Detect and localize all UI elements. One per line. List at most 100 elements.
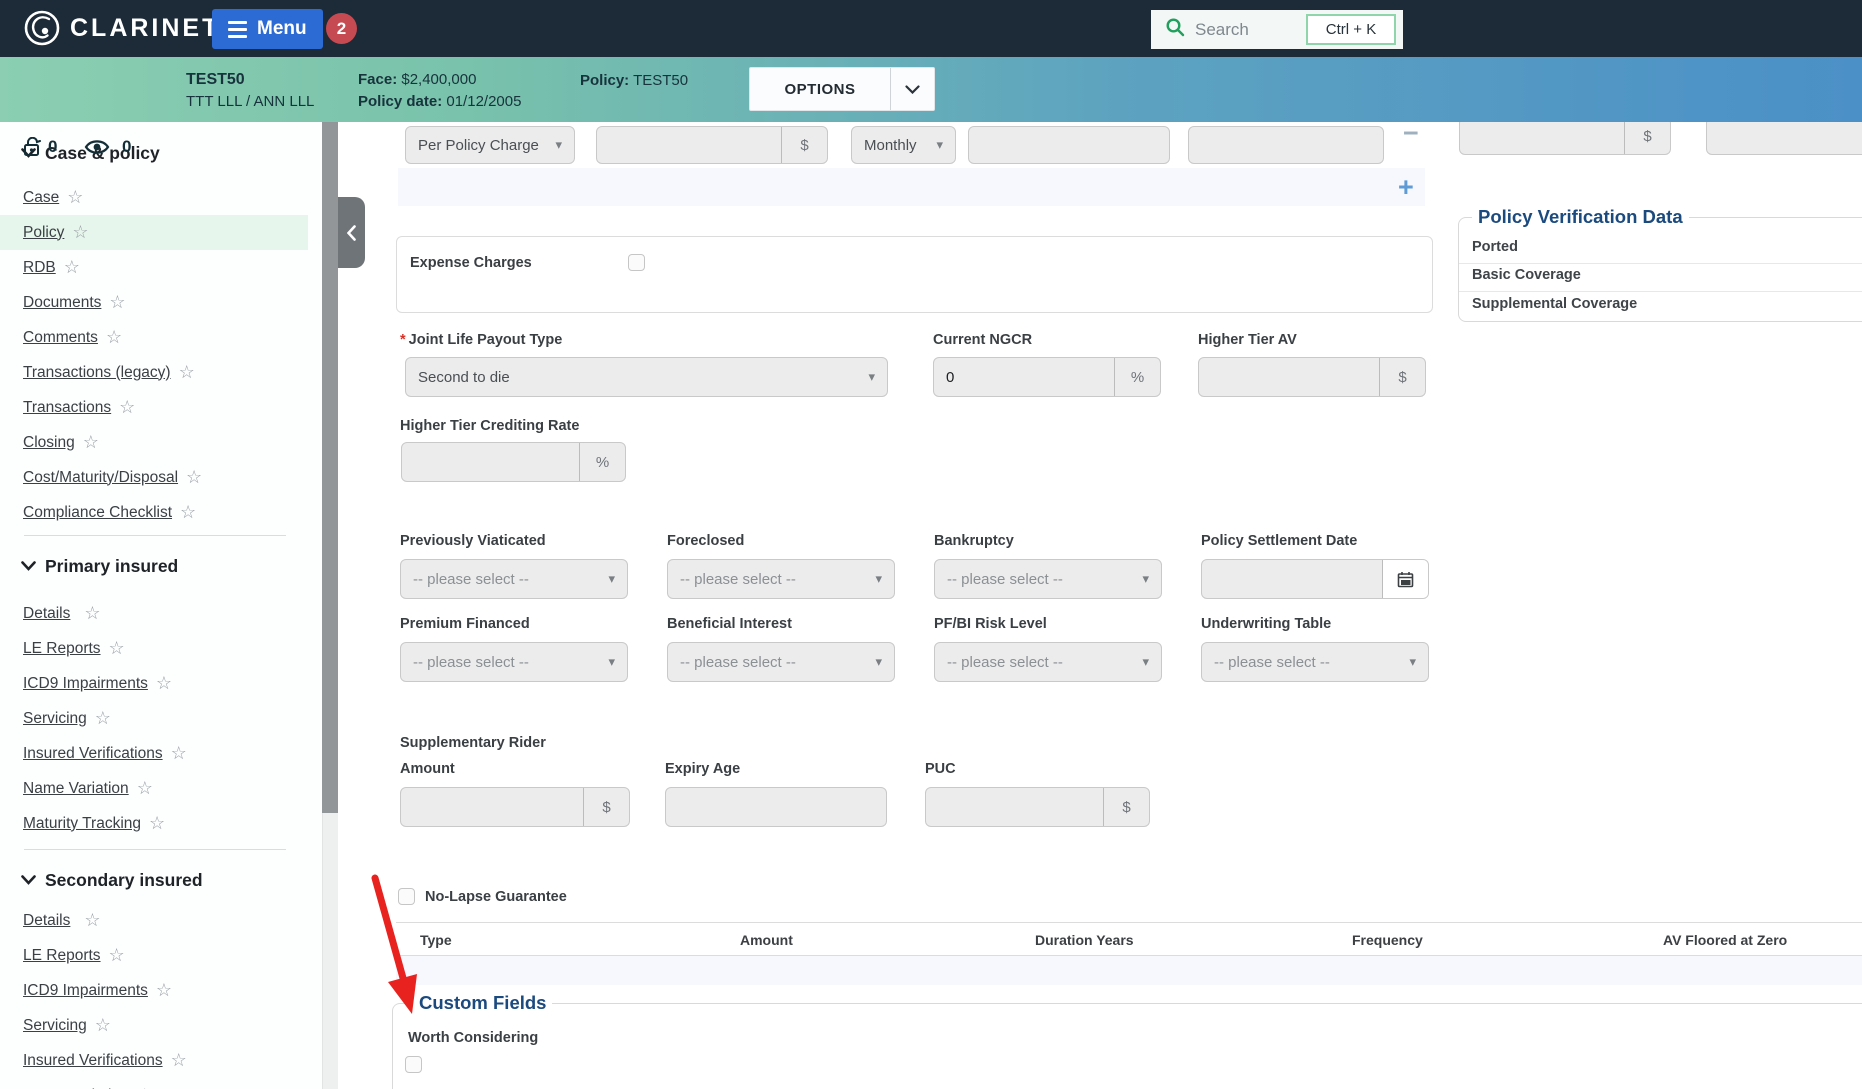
sidebar-item-secondary-servicing[interactable]: Servicing☆ xyxy=(0,1008,308,1043)
pfbi-risk-level-select[interactable]: -- please select --▾ xyxy=(934,642,1162,682)
sidebar-item-secondary-details[interactable]: Details☆ xyxy=(0,903,308,938)
rider-puc-input[interactable]: $ xyxy=(925,787,1150,827)
previously-viaticated-select[interactable]: -- please select --▾ xyxy=(400,559,628,599)
sidebar-section-primary-insured[interactable]: Primary insured xyxy=(0,546,322,586)
sidebar-item-secondary-icd9[interactable]: ICD9 Impairments☆ xyxy=(0,973,308,1008)
sidebar-item-primary-maturity-tracking[interactable]: Maturity Tracking☆ xyxy=(0,806,308,841)
star-icon[interactable]: ☆ xyxy=(149,813,165,834)
lock-count: 0 xyxy=(48,137,57,157)
menu-button[interactable]: Menu xyxy=(212,9,323,49)
sidebar-item-policy[interactable]: Policy☆ xyxy=(0,215,308,250)
rider-expiry-age-input[interactable] xyxy=(665,787,887,827)
underwriting-table-select[interactable]: -- please select --▾ xyxy=(1201,642,1429,682)
remove-row-button[interactable]: − xyxy=(1403,128,1419,138)
sidebar-item-rdb[interactable]: RDB☆ xyxy=(0,250,308,285)
percent-suffix: % xyxy=(1114,358,1160,396)
unlock-icon[interactable] xyxy=(22,137,44,162)
charge-end-input[interactable] xyxy=(1188,126,1384,164)
charge-start-input[interactable] xyxy=(968,126,1170,164)
rider-amount-input[interactable]: $ xyxy=(400,787,630,827)
eye-icon[interactable] xyxy=(84,138,110,161)
star-icon[interactable]: ☆ xyxy=(186,467,202,488)
charge-amount-input[interactable]: $ xyxy=(596,126,828,164)
star-icon[interactable]: ☆ xyxy=(67,187,83,208)
sidebar-item-cost-maturity-disposal[interactable]: Cost/Maturity/Disposal☆ xyxy=(0,460,308,495)
sidebar-item-compliance-checklist[interactable]: Compliance Checklist☆ xyxy=(0,495,308,530)
sidebar-item-primary-insured-verifications[interactable]: Insured Verifications☆ xyxy=(0,736,308,771)
policy-value: TEST50 xyxy=(633,72,688,89)
custom-fields-fieldset xyxy=(392,1003,1862,1089)
star-icon[interactable]: ☆ xyxy=(83,432,99,453)
premium-financed-select[interactable]: -- please select --▾ xyxy=(400,642,628,682)
no-lapse-guarantee-checkbox[interactable] xyxy=(398,888,415,905)
star-icon[interactable]: ☆ xyxy=(156,673,172,694)
charge-rows-footer xyxy=(398,168,1425,206)
dollar-suffix: $ xyxy=(1624,118,1670,154)
options-button[interactable]: OPTIONS xyxy=(749,67,935,111)
star-icon[interactable]: ☆ xyxy=(119,397,135,418)
dollar-suffix: $ xyxy=(1103,788,1149,826)
pfbi-risk-level-label: PF/BI Risk Level xyxy=(934,616,1047,632)
notification-badge[interactable]: 2 xyxy=(326,13,357,44)
expense-charges-label: Expense Charges xyxy=(410,255,532,271)
sidebar-item-primary-icd9[interactable]: ICD9 Impairments☆ xyxy=(0,666,308,701)
sidebar-item-closing[interactable]: Closing☆ xyxy=(0,425,308,460)
charge-type-select[interactable]: Per Policy Charge ▾ xyxy=(405,126,575,164)
star-icon[interactable]: ☆ xyxy=(137,1085,153,1089)
sidebar-item-secondary-le-reports[interactable]: LE Reports☆ xyxy=(0,938,308,973)
sidebar-item-case[interactable]: Case☆ xyxy=(0,180,308,215)
star-icon[interactable]: ☆ xyxy=(156,980,172,1001)
dollar-suffix: $ xyxy=(583,788,629,826)
chevron-down-icon: ▾ xyxy=(875,654,882,670)
sidebar-section-secondary-insured[interactable]: Secondary insured xyxy=(0,860,322,900)
add-row-button[interactable]: + xyxy=(1398,177,1414,197)
higher-tier-crediting-rate-input[interactable]: % xyxy=(401,442,626,482)
sidebar-item-primary-le-reports[interactable]: LE Reports☆ xyxy=(0,631,308,666)
current-ngcr-input[interactable]: 0 % xyxy=(933,357,1161,397)
right-edge-input[interactable] xyxy=(1706,117,1862,155)
search-input[interactable]: Search Ctrl + K xyxy=(1151,10,1403,49)
star-icon[interactable]: ☆ xyxy=(137,778,153,799)
higher-tier-av-input[interactable]: $ xyxy=(1198,357,1426,397)
sidebar-scrollbar-thumb[interactable] xyxy=(322,122,338,813)
sidebar-item-transactions[interactable]: Transactions☆ xyxy=(0,390,308,425)
chevron-down-icon[interactable] xyxy=(890,68,934,110)
sidebar-item-primary-name-variation[interactable]: Name Variation☆ xyxy=(0,771,308,806)
right-amount-input[interactable]: $ xyxy=(1459,117,1671,155)
star-icon[interactable]: ☆ xyxy=(171,1050,187,1071)
star-icon[interactable]: ☆ xyxy=(180,502,196,523)
star-icon[interactable]: ☆ xyxy=(109,945,125,966)
star-icon[interactable]: ☆ xyxy=(109,638,125,659)
clarinet-logo-icon xyxy=(22,8,62,53)
beneficial-interest-select[interactable]: -- please select --▾ xyxy=(667,642,895,682)
sidebar-item-secondary-name-variation[interactable]: Name Variation☆ xyxy=(0,1078,308,1089)
foreclosed-select[interactable]: -- please select --▾ xyxy=(667,559,895,599)
sidebar-item-documents[interactable]: Documents☆ xyxy=(0,285,308,320)
shortcut-badge: Ctrl + K xyxy=(1306,14,1396,45)
star-icon[interactable]: ☆ xyxy=(106,327,122,348)
face-value: $2,400,000 xyxy=(401,71,476,88)
underwriting-table-label: Underwriting Table xyxy=(1201,616,1331,632)
sidebar-item-comments[interactable]: Comments☆ xyxy=(0,320,308,355)
sidebar-item-primary-servicing[interactable]: Servicing☆ xyxy=(0,701,308,736)
worth-considering-checkbox[interactable] xyxy=(405,1056,422,1073)
policy-settlement-date-input[interactable] xyxy=(1201,559,1429,599)
sidebar-collapse-handle[interactable] xyxy=(338,197,365,268)
star-icon[interactable]: ☆ xyxy=(109,292,125,313)
charge-frequency-select[interactable]: Monthly ▾ xyxy=(851,126,956,164)
sidebar-item-primary-details[interactable]: Details☆ xyxy=(0,596,308,631)
joint-life-select[interactable]: Second to die ▾ xyxy=(405,357,888,397)
star-icon[interactable]: ☆ xyxy=(84,603,100,624)
expense-charges-checkbox[interactable] xyxy=(628,254,645,271)
star-icon[interactable]: ☆ xyxy=(179,362,195,383)
star-icon[interactable]: ☆ xyxy=(64,257,80,278)
bankruptcy-select[interactable]: -- please select --▾ xyxy=(934,559,1162,599)
star-icon[interactable]: ☆ xyxy=(171,743,187,764)
star-icon[interactable]: ☆ xyxy=(84,910,100,931)
star-icon[interactable]: ☆ xyxy=(72,222,88,243)
star-icon[interactable]: ☆ xyxy=(95,1015,111,1036)
sidebar-item-secondary-insured-verifications[interactable]: Insured Verifications☆ xyxy=(0,1043,308,1078)
calendar-icon[interactable] xyxy=(1382,560,1428,598)
star-icon[interactable]: ☆ xyxy=(95,708,111,729)
sidebar-item-transactions-legacy[interactable]: Transactions (legacy)☆ xyxy=(0,355,308,390)
